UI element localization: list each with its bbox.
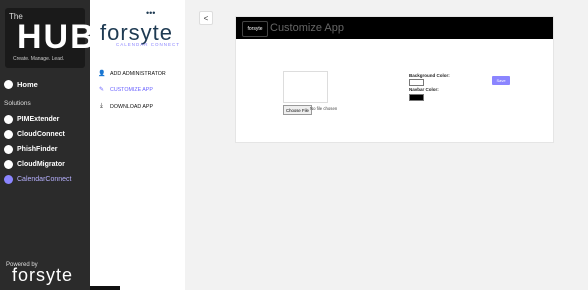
- nav-phishfinder-label: PhishFinder: [17, 146, 58, 153]
- pencil-icon: ✎: [98, 87, 105, 93]
- background-color-input[interactable]: [409, 79, 424, 86]
- menu-download-app-label: DOWNLOAD APP: [110, 103, 153, 110]
- customize-card: forsyte Customize App Choose File No fil…: [235, 16, 554, 143]
- nav-cloudconnect[interactable]: CloudConnect: [0, 130, 90, 139]
- menu-customize-app-label: CUSTOMIZE APP: [110, 86, 153, 93]
- nav-cloudmigrator[interactable]: CloudMigrator: [0, 160, 90, 169]
- back-button[interactable]: <: [199, 11, 213, 25]
- background-color-label: Background Color:: [409, 73, 450, 78]
- footer-logo: forsyte: [12, 265, 74, 285]
- download-icon: ⤓: [100, 103, 103, 109]
- user-plus-icon: 👤: [98, 71, 106, 77]
- nav-pimextender[interactable]: PIMExtender: [0, 115, 90, 124]
- hub-tagline: Create. Manage. Lead.: [13, 56, 65, 62]
- nav-home-label: Home: [17, 80, 38, 89]
- cloudconnect-icon: [4, 130, 13, 139]
- home-icon: [4, 80, 13, 89]
- bottom-bar: [90, 286, 120, 290]
- menu-download-app[interactable]: ⤓ DOWNLOAD APP: [90, 103, 185, 110]
- nav-cloudmigrator-label: CloudMigrator: [17, 161, 65, 168]
- nav-calendarconnect-label: CalendarConnect: [17, 176, 72, 183]
- navbar-color-input[interactable]: [409, 94, 424, 101]
- menu-customize-app[interactable]: ✎ CUSTOMIZE APP: [90, 86, 185, 94]
- menu-add-administrator-label: ADD ADMINISTRATOR: [110, 70, 166, 77]
- no-file-label: No file chosen: [310, 106, 338, 111]
- pimextender-icon: [4, 115, 13, 124]
- nav-pimextender-label: PIMExtender: [17, 116, 60, 123]
- nav-phishfinder[interactable]: PhishFinder: [0, 145, 90, 154]
- forsyte-logo-sub: CALENDAR CONNECT: [116, 42, 181, 47]
- hub-title: HUB: [17, 18, 97, 56]
- page-title: Customize App: [270, 22, 344, 34]
- hub-sidebar: The HUB Create. Manage. Lead. Home Solut…: [0, 0, 95, 290]
- nav-solutions: Solutions: [4, 100, 31, 107]
- choose-file-button[interactable]: Choose File: [283, 105, 312, 115]
- hub-logo: The HUB Create. Manage. Lead.: [5, 8, 95, 68]
- navbar-color-label: Navbar Color:: [409, 87, 439, 92]
- card-logo: forsyte: [242, 21, 268, 37]
- nav-home[interactable]: Home: [0, 80, 90, 89]
- menu-add-administrator[interactable]: 👤 ADD ADMINISTRATOR: [90, 70, 185, 78]
- calendarconnect-icon: [4, 175, 13, 184]
- phishfinder-icon: [4, 145, 13, 154]
- forsyte-sidebar: ••• forsyte CALENDAR CONNECT 👤 ADD ADMIN…: [90, 0, 185, 290]
- card-header: forsyte Customize App: [236, 17, 553, 39]
- nav-calendarconnect[interactable]: CalendarConnect: [0, 175, 90, 184]
- cloudmigrator-icon: [4, 160, 13, 169]
- dots-icon: •••: [146, 8, 156, 18]
- forsyte-logo: ••• forsyte CALENDAR CONNECT: [90, 0, 185, 58]
- nav-cloudconnect-label: CloudConnect: [17, 131, 65, 138]
- save-button[interactable]: Save: [492, 76, 510, 85]
- logo-preview: [283, 71, 328, 103]
